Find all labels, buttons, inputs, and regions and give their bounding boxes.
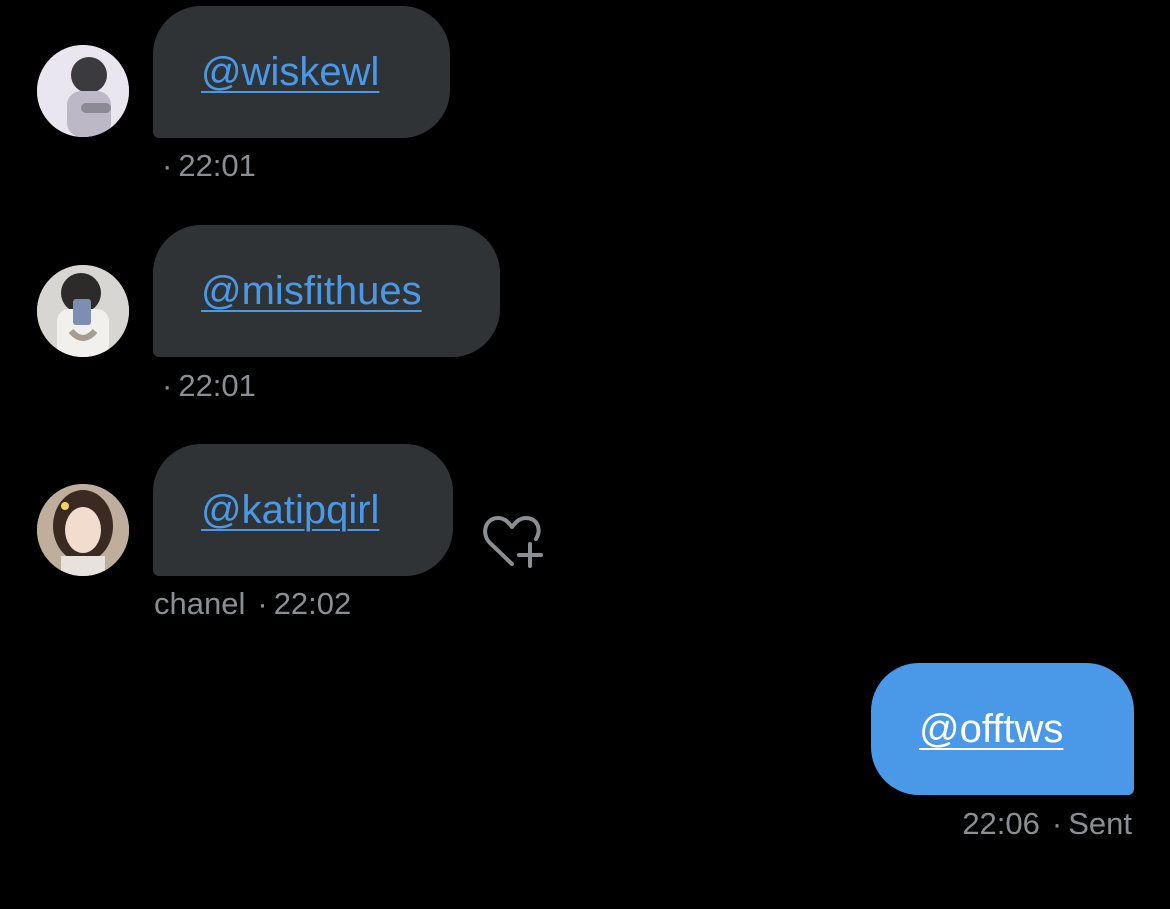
meta-separator: · [1051,806,1063,841]
mention-link[interactable]: @offtws [919,707,1063,752]
message-bubble[interactable]: @misfithues [153,225,500,357]
avatar-photo [37,484,129,576]
avatar[interactable] [37,45,129,137]
mention-link[interactable]: @wiskewl [201,50,379,95]
sent-message-meta: 22:06 · Sent [962,806,1132,842]
message-bubble[interactable]: @katipqirl [153,444,453,576]
avatar[interactable] [37,265,129,357]
sent-status: Sent [1068,806,1132,841]
heart-plus-icon[interactable] [482,512,546,570]
message-time: 22:01 [178,368,256,403]
avatar-photo [37,265,129,357]
message-time: 22:06 [962,806,1040,841]
message-bubble[interactable]: @wiskewl [153,6,450,138]
message-meta: · 22:01 [162,368,256,404]
avatar-photo [37,45,129,137]
sent-message-bubble[interactable]: @offtws [871,663,1134,795]
meta-separator: · [257,586,268,621]
meta-separator: · [162,148,173,183]
message-meta: · 22:01 [162,148,256,184]
mention-link[interactable]: @katipqirl [201,488,379,533]
message-meta: chanel · 22:02 [154,586,351,622]
meta-separator: · [162,368,173,403]
avatar[interactable] [37,484,129,576]
message-sender: chanel [154,586,246,621]
message-time: 22:02 [273,586,352,621]
message-time: 22:01 [178,148,256,183]
mention-link[interactable]: @misfithues [201,269,422,314]
